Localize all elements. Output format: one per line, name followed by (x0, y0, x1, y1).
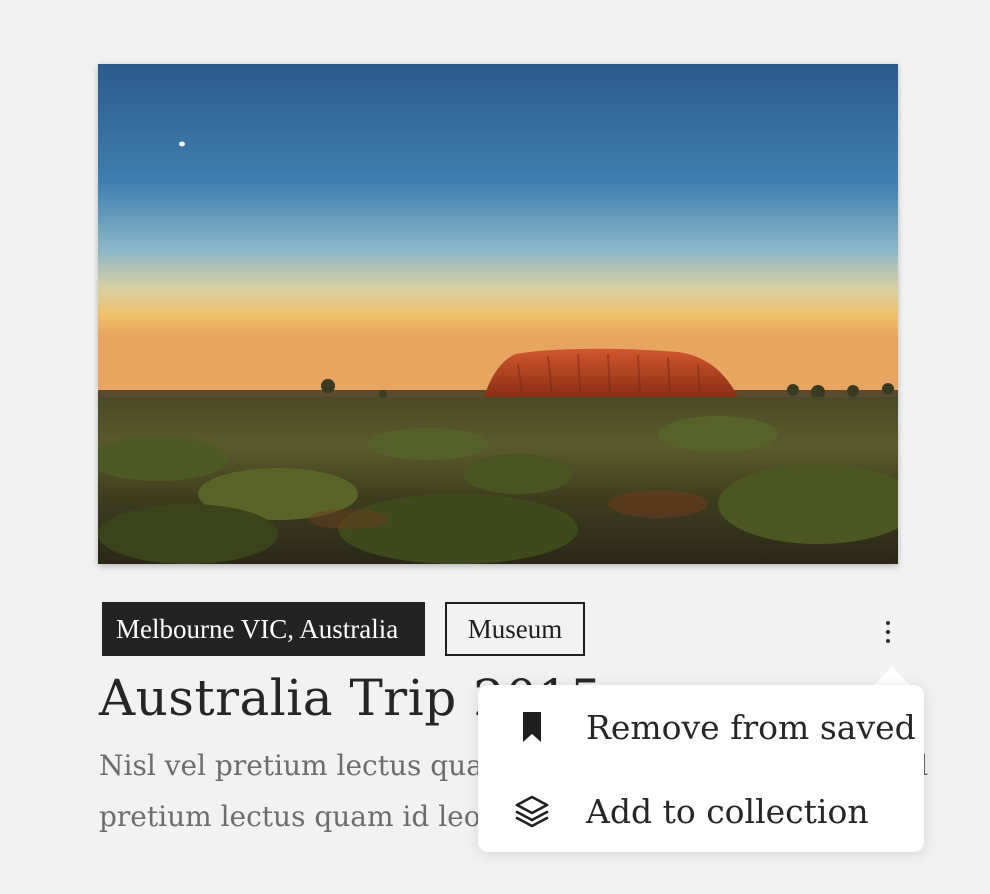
category-tag[interactable]: Museum (445, 602, 585, 656)
bookmark-icon (512, 707, 552, 747)
menu-item-label: Add to collection (586, 791, 869, 831)
dot (886, 630, 890, 634)
context-menu: Remove from saved Add to collection (478, 685, 924, 852)
location-tag[interactable]: Melbourne VIC, Australia (102, 602, 425, 656)
more-vertical-icon[interactable] (872, 610, 904, 654)
menu-item-add-to-collection[interactable]: Add to collection (478, 771, 924, 851)
menu-item-remove-from-saved[interactable]: Remove from saved (478, 687, 924, 767)
dot (886, 639, 890, 643)
menu-item-label: Remove from saved (586, 707, 916, 747)
layers-icon (512, 791, 552, 831)
card-image[interactable] (98, 64, 898, 564)
menu-caret (873, 666, 911, 686)
uluru-photo (98, 64, 898, 564)
dot (886, 621, 890, 625)
